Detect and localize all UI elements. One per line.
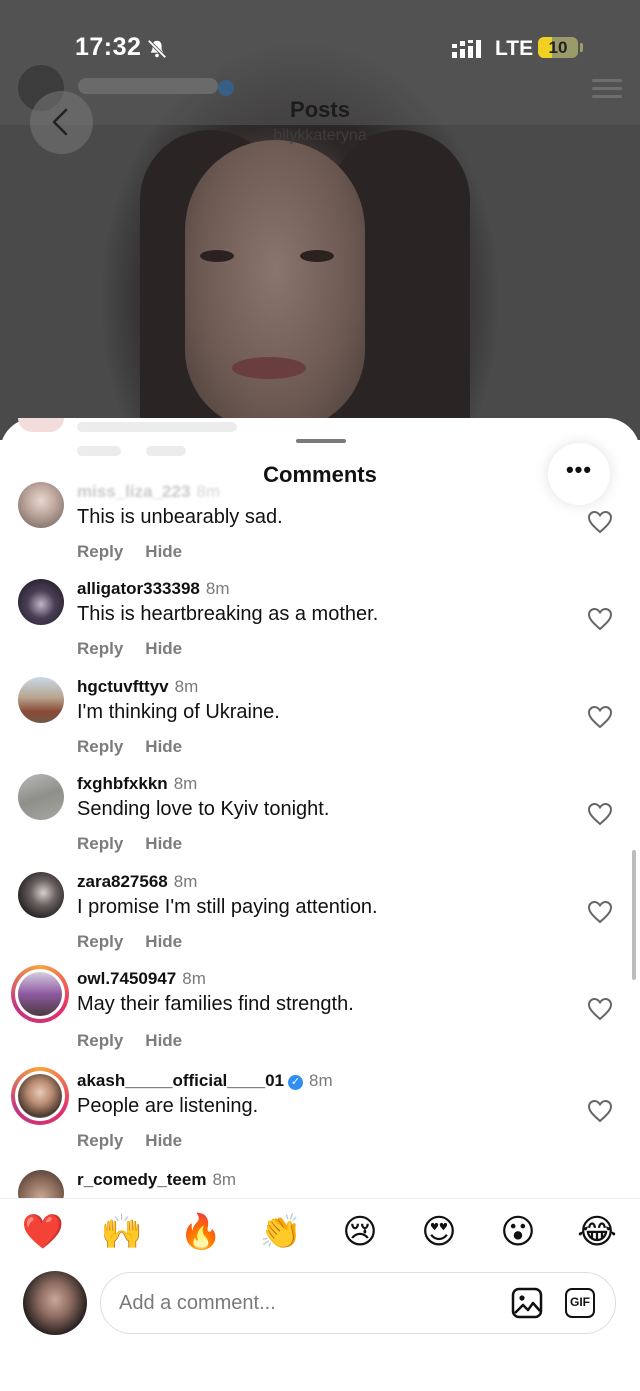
comment-item: alligator333398 8m This is heartbreaking … <box>0 579 640 675</box>
comment-item: owl.7450947 8m May their families find st… <box>0 965 640 1065</box>
hide-button[interactable]: Hide <box>145 1131 182 1150</box>
scrollbar[interactable] <box>632 850 636 980</box>
comment-username[interactable]: fxghbfxkkn 8m <box>77 774 197 794</box>
avatar-story-ring[interactable] <box>11 1067 69 1125</box>
hide-button[interactable]: Hide <box>145 737 182 756</box>
post-image-eye-left <box>200 250 234 262</box>
comment-input[interactable]: Add a comment... GIF <box>100 1272 616 1334</box>
reply-button[interactable]: Reply <box>77 1031 123 1050</box>
heart-icon[interactable] <box>587 1099 613 1123</box>
reply-button[interactable]: Reply <box>77 834 123 853</box>
signal-icon <box>452 40 481 58</box>
comment-item: miss_liza_223 8m This is unbearably sad. … <box>0 482 640 578</box>
emoji-heart-eyes[interactable]: 😍 <box>417 1210 461 1254</box>
comment-username[interactable]: zara827568 8m <box>77 872 197 892</box>
comment-item: fxghbfxkkn 8m Sending love to Kyiv tonigh… <box>0 774 640 870</box>
emoji-heart[interactable]: ❤️ <box>21 1210 65 1254</box>
comment-time: 8m <box>182 969 206 988</box>
composer-divider <box>0 1198 640 1199</box>
comments-sheet: Comments ••• miss_liza_223 8m This is unb… <box>0 418 640 1391</box>
current-user-avatar <box>23 1271 87 1335</box>
avatar <box>18 1074 62 1118</box>
avatar[interactable] <box>18 677 64 723</box>
avatar[interactable] <box>18 872 64 918</box>
comment-text: I'm thinking of Ukraine. <box>77 701 280 723</box>
comment-username[interactable]: hgctuvfttyv 8m <box>77 677 198 697</box>
page-subtitle: bilykkateryna <box>273 127 367 144</box>
comment-text: This is heartbreaking as a mother. <box>77 603 379 625</box>
emoji-laughing[interactable]: 😂 <box>575 1210 619 1254</box>
comment-item: hgctuvfttyv 8m I'm thinking of Ukraine. R… <box>0 677 640 773</box>
post-image-face <box>185 140 365 430</box>
emoji-clapping[interactable]: 👏 <box>259 1210 303 1254</box>
faded-previous-comment <box>18 418 318 462</box>
comment-text: May their families find strength. <box>77 993 354 1015</box>
comment-time: 8m <box>196 482 221 501</box>
reply-button[interactable]: Reply <box>77 737 123 756</box>
emoji-fire[interactable]: 🔥 <box>179 1210 223 1254</box>
comment-username[interactable]: r_comedy_teem 8m <box>77 1170 236 1190</box>
comment-username[interactable]: alligator333398 8m <box>77 579 229 599</box>
reply-button[interactable]: Reply <box>77 639 123 658</box>
network-label: LTE <box>495 37 534 60</box>
comment-input-placeholder: Add a comment... <box>119 1292 276 1314</box>
battery-nub <box>580 43 583 52</box>
reply-button[interactable]: Reply <box>77 932 123 951</box>
comment-username[interactable]: akash_____official____01 ✓ 8m <box>77 1071 333 1091</box>
comment-time: 8m <box>173 774 198 793</box>
heart-icon[interactable] <box>587 997 613 1021</box>
heart-icon[interactable] <box>587 705 613 729</box>
comment-text: This is unbearably sad. <box>77 506 283 528</box>
hide-button[interactable]: Hide <box>145 834 182 853</box>
heart-icon[interactable] <box>587 802 613 826</box>
avatar[interactable] <box>18 482 64 528</box>
comment-item: zara827568 8m I promise I'm still paying … <box>0 872 640 968</box>
comment-time: 8m <box>174 677 199 696</box>
post-author-name-blurred <box>78 78 218 94</box>
post-image-eye-right <box>300 250 334 262</box>
hide-button[interactable]: Hide <box>145 639 182 658</box>
avatar-story-ring[interactable] <box>11 965 69 1023</box>
emoji-surprised[interactable]: 😮 <box>496 1210 540 1254</box>
post-image-mouth <box>232 357 306 379</box>
heart-icon[interactable] <box>587 900 613 924</box>
emoji-quick-bar: ❤️ 🙌 🔥 👏 😢 😍 😮 😂 <box>0 1210 640 1256</box>
heart-icon[interactable] <box>587 607 613 631</box>
post-author-verified-icon <box>218 80 234 96</box>
comment-text: I promise I'm still paying attention. <box>77 896 378 918</box>
battery-icon: 10 <box>538 37 578 58</box>
hide-button[interactable]: Hide <box>145 1031 182 1050</box>
image-icon[interactable] <box>511 1287 543 1319</box>
battery-percent: 10 <box>548 38 568 57</box>
comment-time: 8m <box>173 872 198 891</box>
comment-username[interactable]: owl.7450947 8m <box>77 969 206 989</box>
comment-item: r_comedy_teem 8m <box>0 1170 640 1198</box>
heart-icon[interactable] <box>587 510 613 534</box>
comment-text: People are listening. <box>77 1095 259 1117</box>
avatar <box>18 972 62 1016</box>
comment-username[interactable]: miss_liza_223 8m <box>77 482 220 502</box>
hide-button[interactable]: Hide <box>145 542 182 561</box>
sheet-grabber[interactable] <box>296 439 346 443</box>
hide-button[interactable]: Hide <box>145 932 182 951</box>
reply-button[interactable]: Reply <box>77 1131 123 1150</box>
comment-time: 8m <box>309 1071 333 1090</box>
emoji-crying[interactable]: 😢 <box>338 1210 382 1254</box>
comment-text: Sending love to Kyiv tonight. <box>77 798 330 820</box>
comment-time: 8m <box>212 1170 237 1189</box>
emoji-raising-hands[interactable]: 🙌 <box>100 1210 144 1254</box>
page-title: Posts <box>290 97 350 122</box>
comment-time: 8m <box>205 579 230 598</box>
avatar[interactable] <box>18 1170 64 1198</box>
reply-button[interactable]: Reply <box>77 542 123 561</box>
comment-item: akash_____official____01 ✓ 8m People are l… <box>0 1067 640 1167</box>
verified-badge-icon: ✓ <box>288 1075 303 1090</box>
avatar[interactable] <box>18 579 64 625</box>
bell-slash-icon <box>147 39 167 59</box>
gif-icon[interactable]: GIF <box>565 1288 595 1318</box>
avatar[interactable] <box>18 774 64 820</box>
status-time: 17:32 <box>75 33 142 61</box>
